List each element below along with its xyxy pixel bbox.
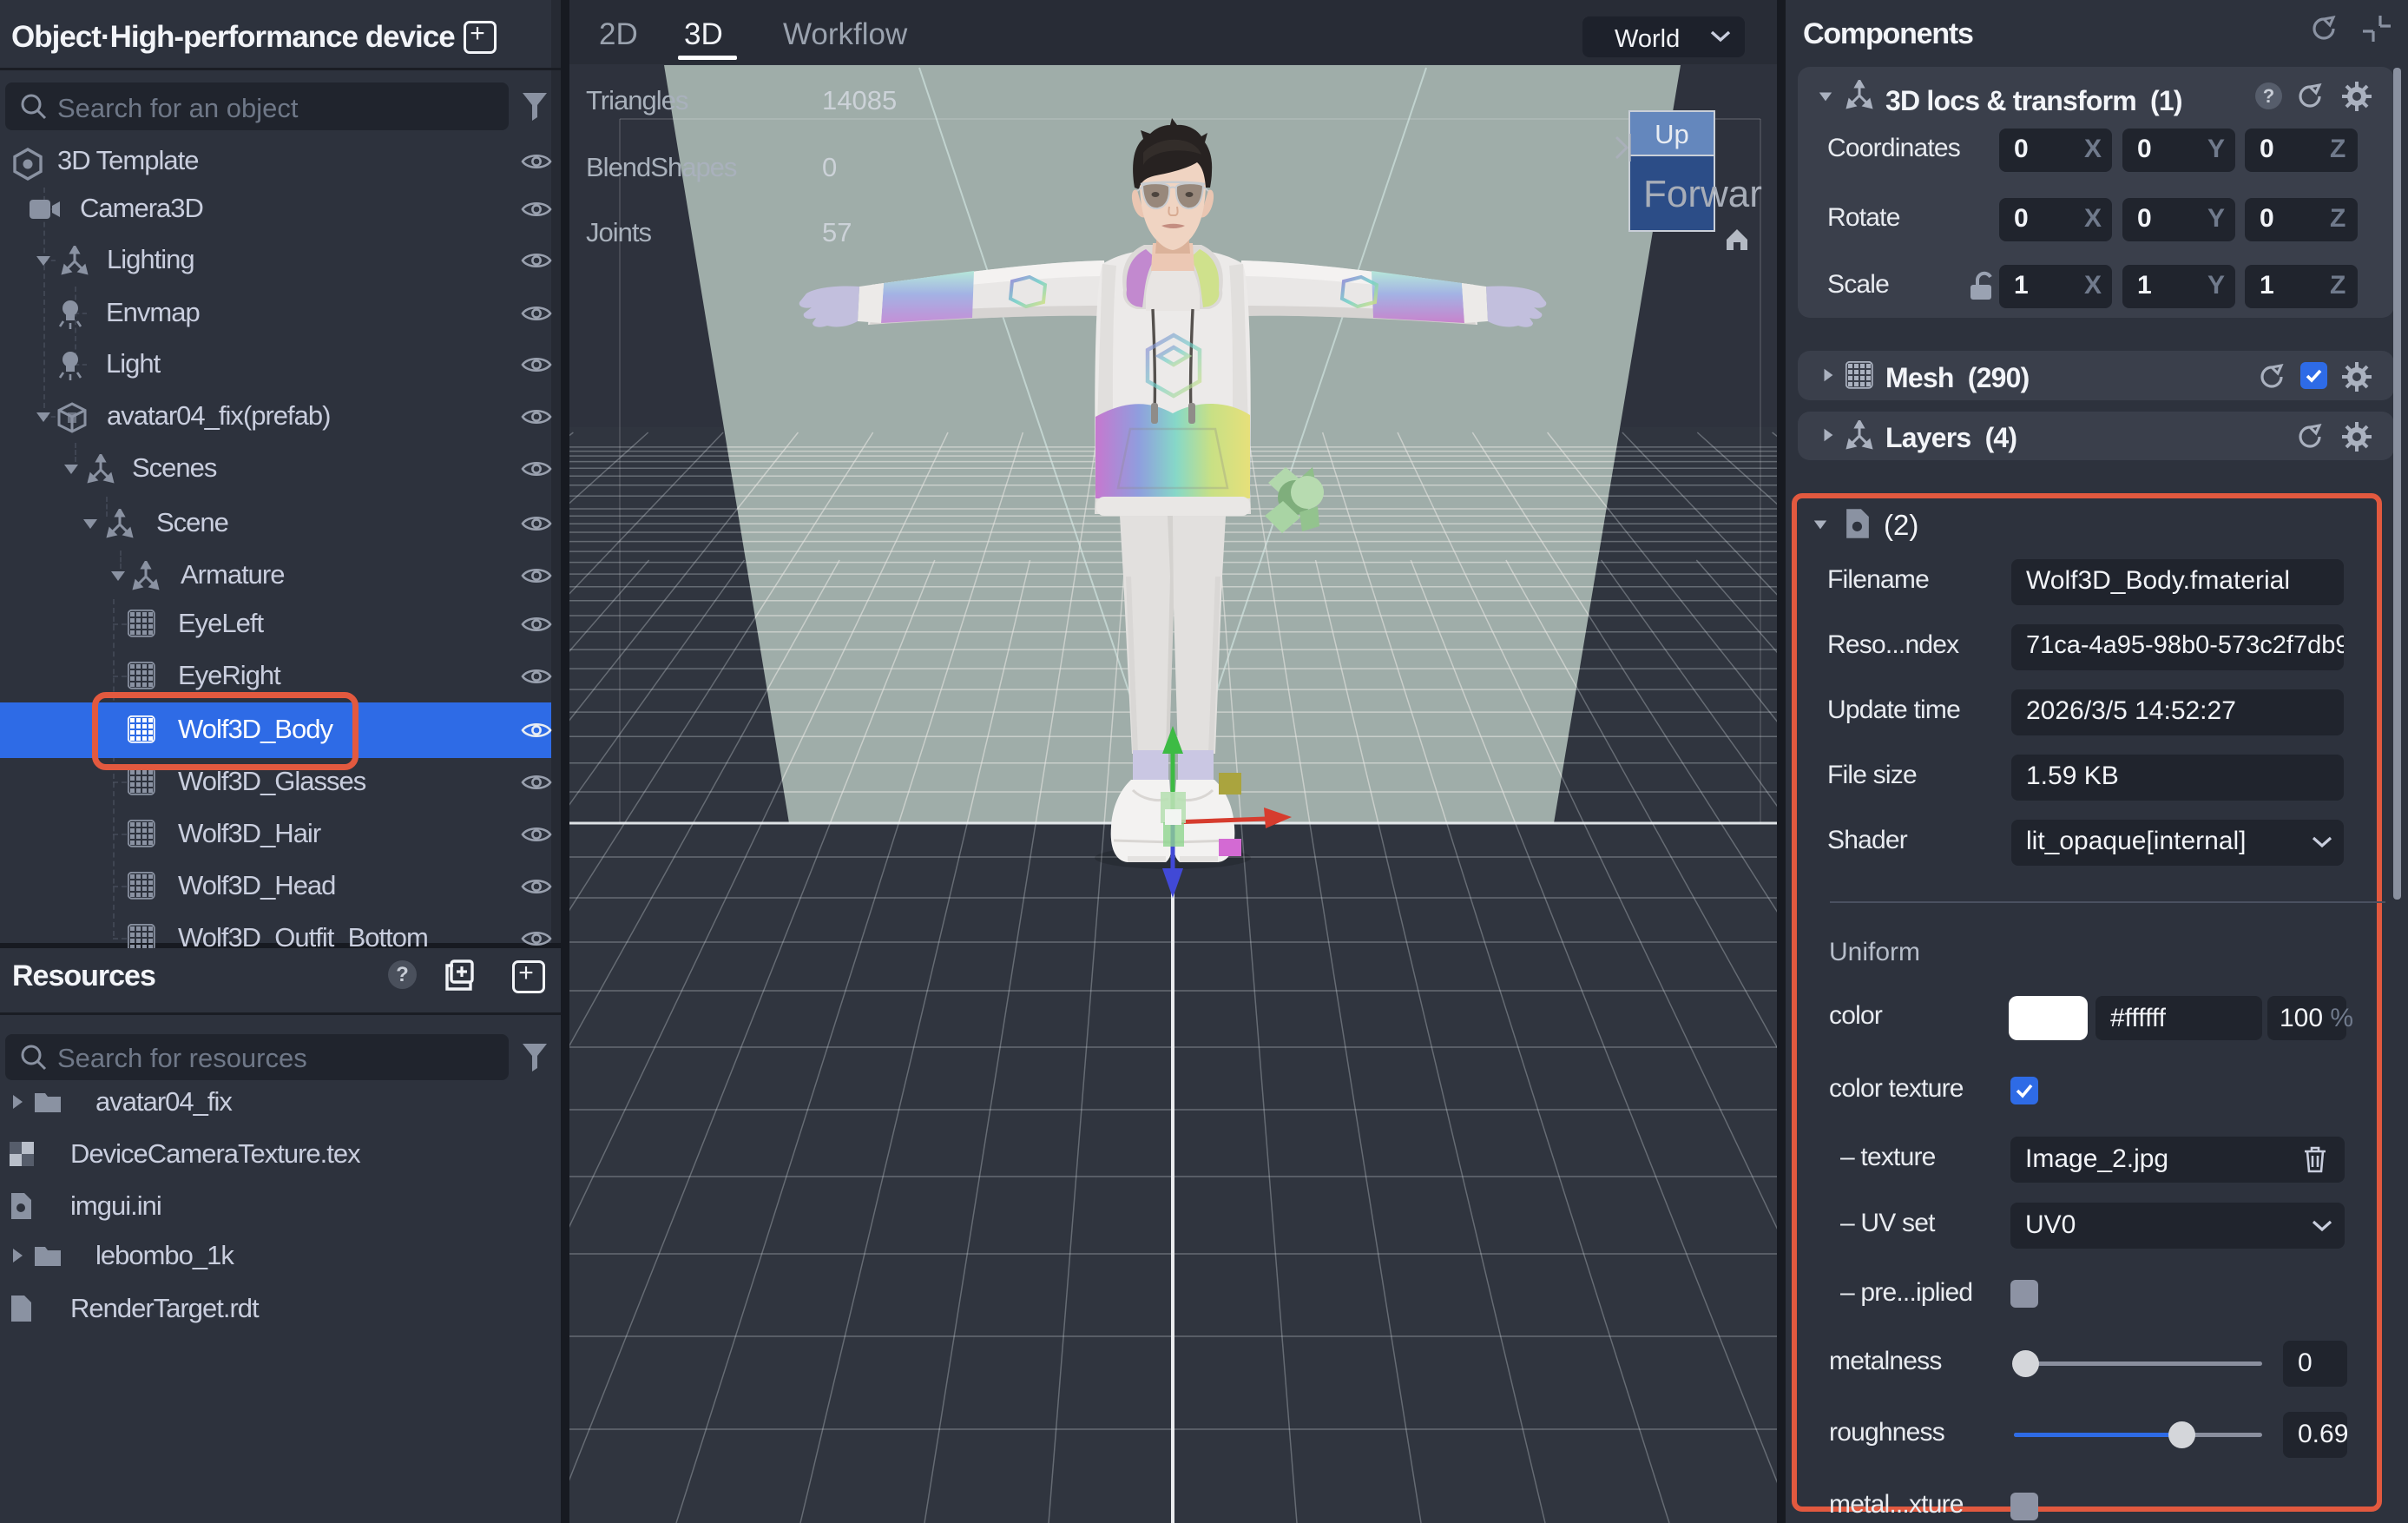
svg-text:0: 0 (822, 152, 837, 182)
svg-text:BlendShapes: BlendShapes (586, 152, 737, 182)
svg-text:Forwar: Forwar (1643, 173, 1762, 215)
svg-text:Triangles: Triangles (586, 85, 688, 115)
svg-text:Joints: Joints (586, 217, 651, 247)
svg-text:14085: 14085 (822, 85, 897, 115)
svg-text:Up: Up (1655, 119, 1689, 149)
svg-text:57: 57 (822, 217, 852, 247)
